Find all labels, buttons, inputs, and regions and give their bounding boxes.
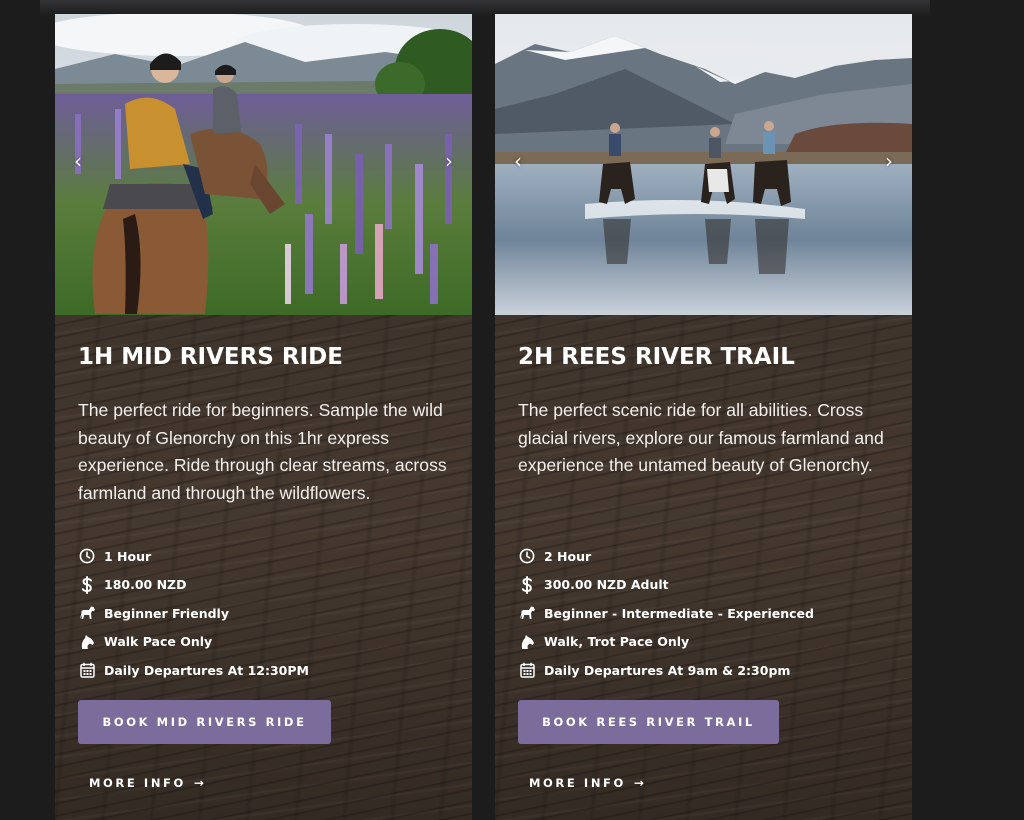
book-mid-rivers-button[interactable]: BOOK MID RIVERS RIDE xyxy=(78,700,331,744)
calendar-icon xyxy=(78,661,96,679)
feature-text: 1 Hour xyxy=(104,548,152,564)
feature-text: 2 Hour xyxy=(544,548,592,564)
more-info-label: MORE INFO xyxy=(529,776,626,790)
feature-text: Daily Departures At 9am & 2:30pm xyxy=(544,662,791,678)
book-rees-river-button[interactable]: BOOK REES RIVER TRAIL xyxy=(518,700,779,744)
horse-head-icon xyxy=(518,633,536,651)
dollar-icon xyxy=(78,575,96,594)
feature-text: Walk Pace Only xyxy=(104,634,213,650)
feature-price: 300.00 NZD Adult xyxy=(518,571,888,600)
carousel-prev-icon[interactable]: ‹ xyxy=(508,151,528,171)
horse-icon xyxy=(518,604,536,622)
tour-description: The perfect scenic ride for all abilitie… xyxy=(518,400,884,475)
tour-title: 2H REES RIVER TRAIL xyxy=(518,344,795,370)
horse-icon xyxy=(78,604,96,622)
more-info-link[interactable]: MORE INFO → xyxy=(529,776,644,790)
feature-pace: Walk Pace Only xyxy=(78,628,448,657)
carousel-next-icon[interactable]: › xyxy=(439,151,459,171)
horse-head-icon xyxy=(78,633,96,651)
dollar-icon xyxy=(518,575,536,594)
feature-duration: 1 Hour xyxy=(78,542,448,571)
more-info-link[interactable]: MORE INFO → xyxy=(89,776,204,790)
feature-departures: Daily Departures At 12:30PM xyxy=(78,656,448,685)
lupin-field-photo xyxy=(55,14,472,315)
tour-features-list: 1 Hour 180.00 NZD Beginner Friendly Walk… xyxy=(78,542,448,685)
feature-departures: Daily Departures At 9am & 2:30pm xyxy=(518,656,888,685)
tour-photo-carousel[interactable]: ‹ › xyxy=(495,14,912,315)
feature-level: Beginner - Intermediate - Experienced xyxy=(518,599,888,628)
tour-title: 1H MID RIVERS RIDE xyxy=(78,344,343,370)
river-crossing-photo xyxy=(495,14,912,315)
feature-price: 180.00 NZD xyxy=(78,571,448,600)
feature-duration: 2 Hour xyxy=(518,542,888,571)
tour-description: The perfect ride for beginners. Sample t… xyxy=(78,400,447,503)
feature-text: Walk, Trot Pace Only xyxy=(544,634,690,650)
feature-text: Daily Departures At 12:30PM xyxy=(104,662,309,678)
feature-text: 180.00 NZD xyxy=(104,577,187,593)
tour-photo-carousel[interactable]: ‹ › xyxy=(55,14,472,315)
tour-card-rees-river: ‹ › 2H REES RIVER TRAIL The perfect scen… xyxy=(495,14,912,820)
clock-icon xyxy=(518,547,536,565)
arrow-right-icon: → xyxy=(633,776,644,790)
feature-text: 300.00 NZD Adult xyxy=(544,577,669,593)
tour-card-mid-rivers: ‹ › 1H MID RIVERS RIDE The perfect ride … xyxy=(55,14,472,820)
arrow-right-icon: → xyxy=(193,776,204,790)
feature-level: Beginner Friendly xyxy=(78,599,448,628)
calendar-icon xyxy=(518,661,536,679)
clock-icon xyxy=(78,547,96,565)
feature-text: Beginner - Intermediate - Experienced xyxy=(544,605,814,621)
more-info-label: MORE INFO xyxy=(89,776,186,790)
feature-text: Beginner Friendly xyxy=(104,605,229,621)
tour-features-list: 2 Hour 300.00 NZD Adult Beginner - Inter… xyxy=(518,542,888,685)
carousel-prev-icon[interactable]: ‹ xyxy=(68,151,88,171)
carousel-next-icon[interactable]: › xyxy=(879,151,899,171)
feature-pace: Walk, Trot Pace Only xyxy=(518,628,888,657)
